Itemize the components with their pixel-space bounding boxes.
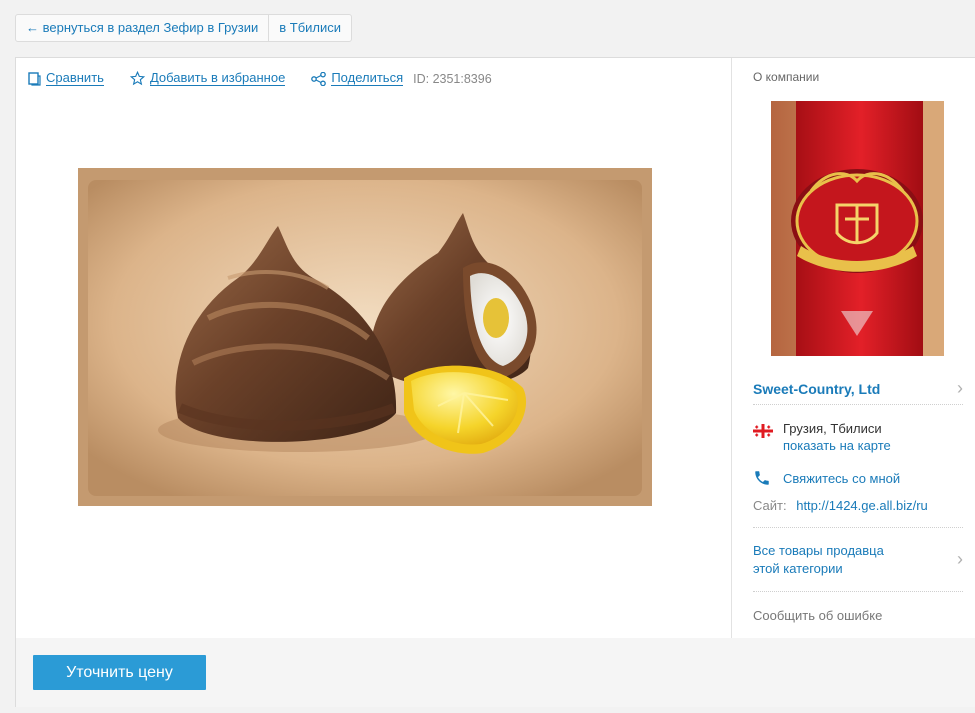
chevron-right-icon: ›: [957, 378, 963, 398]
company-name: Sweet-Country, Ltd: [753, 380, 881, 397]
share-icon: [311, 71, 327, 86]
georgia-flag-icon: [753, 424, 773, 438]
compare-label: Сравнить: [46, 70, 104, 86]
all-goods-line2: этой категории: [753, 561, 843, 576]
share-action[interactable]: Поделиться: [311, 70, 404, 86]
compare-icon: [28, 71, 41, 86]
phone-icon: [755, 471, 769, 485]
show-map-link[interactable]: показать на карте: [783, 437, 891, 454]
product-actions: Сравнить Добавить в избранное Поделиться…: [28, 71, 492, 86]
company-link[interactable]: Sweet-Country, Ltd ›: [753, 373, 963, 405]
contact-link[interactable]: Свяжитесь со мной: [753, 469, 900, 487]
favorite-label: Добавить в избранное: [149, 70, 286, 86]
site-url-link[interactable]: http://1424.ge.all.biz/ru: [796, 498, 928, 513]
back-to-category-link[interactable]: ← вернуться в раздел Зефир в Грузии: [16, 15, 268, 41]
all-goods-line1: Все товары продавца: [753, 543, 884, 558]
company-location: Грузия, Тбилиси показать на карте: [753, 420, 891, 454]
product-id: ID: 2351:8396: [413, 71, 492, 86]
company-site: Сайт: http://1424.ge.all.biz/ru: [753, 498, 963, 528]
compare-action[interactable]: Сравнить: [28, 71, 104, 86]
star-icon: [129, 71, 145, 86]
city-link[interactable]: в Тбилиси: [268, 15, 351, 41]
report-error-link[interactable]: Сообщить об ошибке: [753, 608, 882, 623]
contact-label: Свяжитесь со мной: [783, 470, 901, 486]
all-seller-goods-link[interactable]: Все товары продавца этой категории ›: [753, 542, 963, 592]
share-label: Поделиться: [331, 70, 404, 86]
product-photo[interactable]: [78, 168, 652, 506]
company-logo[interactable]: [771, 101, 944, 356]
company-panel: О компании Sweet-Country, Ltd › Грузия, …: [733, 58, 975, 638]
clarify-price-button[interactable]: Уточнить цену: [33, 655, 206, 690]
favorite-action[interactable]: Добавить в избранное: [129, 70, 286, 86]
card-footer: Уточнить цену: [16, 638, 975, 707]
chevron-right-icon: ›: [957, 549, 963, 569]
breadcrumb: ← вернуться в раздел Зефир в Грузии в Тб…: [15, 14, 353, 42]
location-text: Грузия, Тбилиси: [783, 421, 882, 436]
product-main: Сравнить Добавить в избранное Поделиться…: [16, 58, 732, 638]
site-label: Сайт:: [753, 498, 787, 513]
product-card: Сравнить Добавить в избранное Поделиться…: [15, 57, 975, 707]
about-company-heading: О компании: [753, 70, 820, 84]
